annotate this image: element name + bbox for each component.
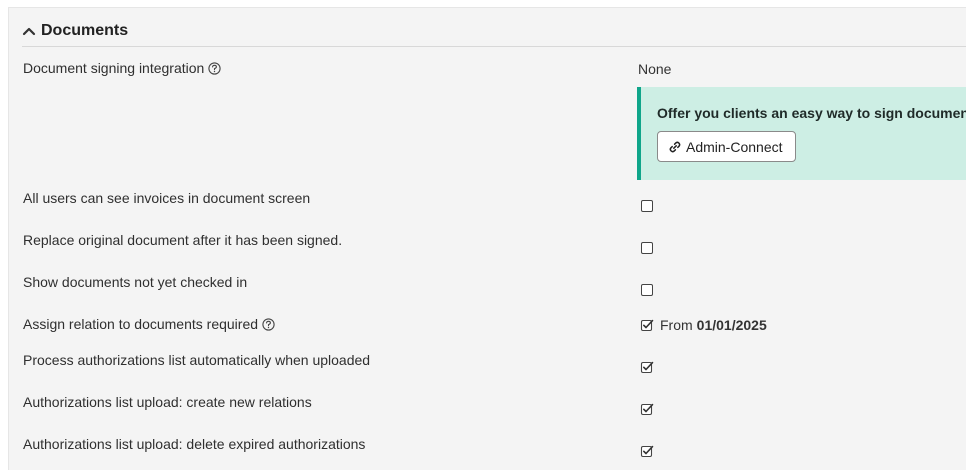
assign-relation-value: From 01/01/2025	[640, 317, 767, 333]
replace-label: Replace original document after it has b…	[23, 232, 343, 248]
show-unchecked-label: Show documents not yet checked in	[23, 274, 248, 290]
section-header[interactable]: Documents	[22, 16, 966, 47]
section-title: Documents	[41, 22, 129, 39]
assign-relation-checkbox[interactable]	[640, 318, 654, 332]
signing-label: Document signing integration	[23, 60, 205, 76]
signing-value: None	[638, 61, 672, 77]
process-auth-checkbox[interactable]	[640, 360, 654, 374]
delete-expired-checkbox[interactable]	[640, 444, 654, 458]
admin-connect-label: Admin-Connect	[686, 138, 783, 155]
link-icon	[668, 140, 682, 154]
signing-label-row: Document signing integration	[23, 60, 221, 76]
replace-checkbox[interactable]	[641, 242, 653, 254]
create-relations-checkbox[interactable]	[640, 402, 654, 416]
assign-relation-label-row: Assign relation to documents required	[23, 316, 275, 332]
from-label: From	[660, 317, 693, 333]
admin-connect-button[interactable]: Admin-Connect	[657, 131, 796, 162]
show-unchecked-checkbox[interactable]	[641, 284, 653, 296]
chevron-up-icon[interactable]	[22, 24, 36, 38]
signing-notice: Offer you clients an easy way to sign do…	[637, 87, 966, 180]
help-icon[interactable]	[208, 61, 221, 75]
invoices-checkbox[interactable]	[641, 200, 653, 212]
from-date: 01/01/2025	[696, 317, 767, 333]
assign-relation-label: Assign relation to documents required	[23, 316, 259, 332]
help-icon[interactable]	[262, 317, 275, 331]
documents-panel: Documents Document signing integration N…	[8, 7, 966, 470]
delete-expired-label: Authorizations list upload: delete expir…	[23, 436, 366, 452]
process-auth-label: Process authorizations list automaticall…	[23, 352, 371, 368]
create-relations-label: Authorizations list upload: create new r…	[23, 394, 312, 410]
notice-text: Offer you clients an easy way to sign do…	[657, 105, 966, 121]
invoices-label: All users can see invoices in document s…	[23, 190, 311, 206]
